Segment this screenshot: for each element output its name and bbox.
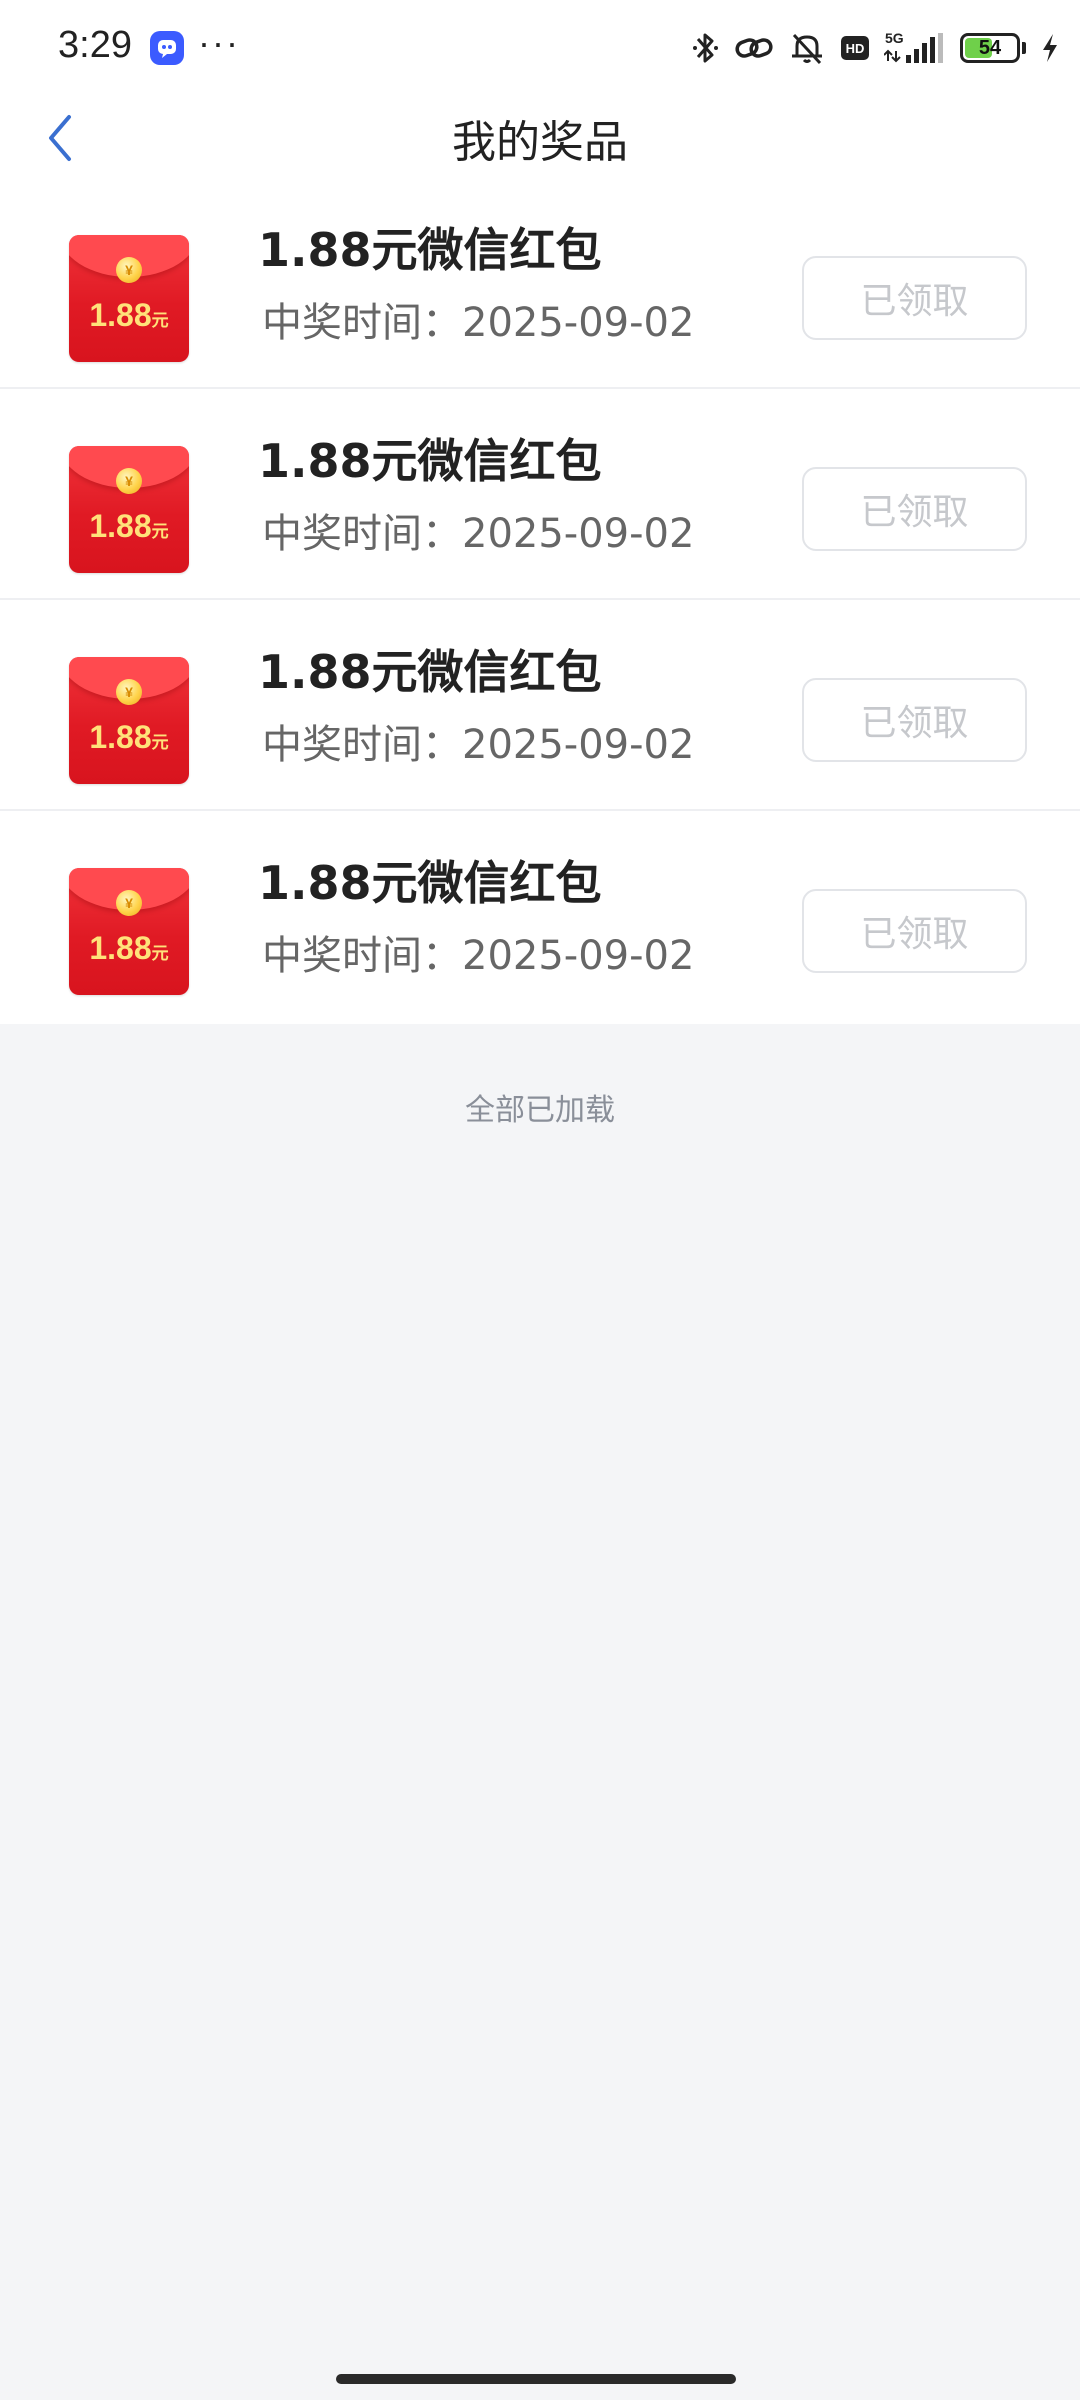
hd-label: HD [846,41,865,56]
envelope-amount-unit: 元 [151,733,169,752]
prize-item: ¥ 1.88元 1.88元微信红包 中奖时间：2025-09-02 已领取 [0,600,1080,811]
claimed-button[interactable]: 已领取 [802,467,1027,551]
status-time: 3:29 [58,24,132,66]
coin-icon: ¥ [116,257,142,283]
prize-name: 1.88元微信红包 [258,645,602,699]
app-notification-icon [150,31,184,65]
claimed-button[interactable]: 已领取 [802,256,1027,340]
prize-name: 1.88元微信红包 [258,434,602,488]
network-label: 5G [885,30,904,46]
more-notifications-icon: ··· [198,22,240,63]
coin-icon: ¥ [116,468,142,494]
red-envelope-icon: ¥ 1.88元 [69,446,189,573]
prize-time: 中奖时间：2025-09-02 [262,511,695,557]
envelope-amount: 1.88元 [69,297,189,334]
bell-muted-icon [792,33,822,65]
hd-icon: HD [841,36,869,60]
envelope-amount-value: 1.88 [89,508,152,544]
screen: 3:29 ··· HD 5G 54 我的奖品 ¥ 1.88元 1.88元微信红包… [0,0,1080,2400]
red-envelope-icon: ¥ 1.88元 [69,657,189,784]
bluetooth-icon [693,33,718,63]
claimed-button[interactable]: 已领取 [802,889,1027,973]
battery-level: 54 [978,36,1002,59]
envelope-amount-value: 1.88 [89,930,152,966]
envelope-amount-unit: 元 [151,522,169,541]
claimed-button[interactable]: 已领取 [802,678,1027,762]
envelope-amount: 1.88元 [69,719,189,756]
status-icons: HD 5G 54 [690,26,1060,70]
charging-icon [1043,34,1057,62]
prize-time: 中奖时间：2025-09-02 [262,933,695,979]
envelope-amount-unit: 元 [151,311,169,330]
prize-list: ¥ 1.88元 1.88元微信红包 中奖时间：2025-09-02 已领取 ¥ … [0,178,1080,1024]
battery-icon: 54 [960,33,1020,63]
envelope-amount: 1.88元 [69,508,189,545]
prize-name: 1.88元微信红包 [258,856,602,910]
red-envelope-icon: ¥ 1.88元 [69,868,189,995]
page-title: 我的奖品 [452,117,628,168]
envelope-amount: 1.88元 [69,930,189,967]
battery-cap [1022,42,1026,54]
signal-5g-icon: 5G [884,30,943,63]
coin-icon: ¥ [116,890,142,916]
nav-bar: 我的奖品 [0,96,1080,178]
prize-item: ¥ 1.88元 1.88元微信红包 中奖时间：2025-09-02 已领取 [0,389,1080,600]
envelope-amount-unit: 元 [151,944,169,963]
prize-time: 中奖时间：2025-09-02 [262,300,695,346]
envelope-amount-value: 1.88 [89,719,152,755]
link-icon [735,38,773,58]
prize-item: ¥ 1.88元 1.88元微信红包 中奖时间：2025-09-02 已领取 [0,811,1080,1024]
prize-item: ¥ 1.88元 1.88元微信红包 中奖时间：2025-09-02 已领取 [0,178,1080,389]
red-envelope-icon: ¥ 1.88元 [69,235,189,362]
envelope-amount-value: 1.88 [89,297,152,333]
coin-icon: ¥ [116,679,142,705]
list-end-status: 全部已加载 [465,1093,615,1128]
status-bar: 3:29 ··· HD 5G 54 [0,0,1080,96]
home-indicator[interactable] [336,2374,736,2384]
prize-name: 1.88元微信红包 [258,223,602,277]
prize-time: 中奖时间：2025-09-02 [262,722,695,768]
